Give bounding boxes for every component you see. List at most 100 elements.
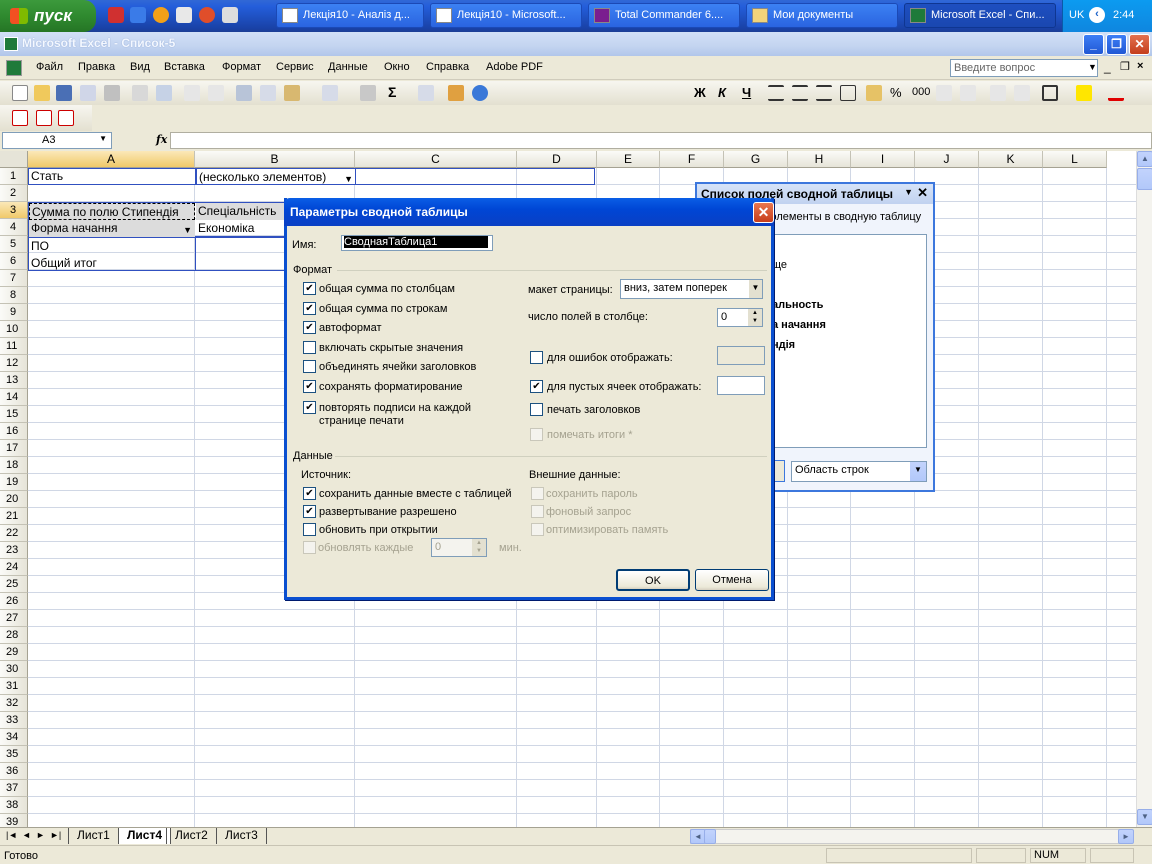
- doc-minimize-button[interactable]: _: [1104, 60, 1111, 74]
- row-header-26[interactable]: 26: [0, 593, 28, 610]
- row-header-37[interactable]: 37: [0, 780, 28, 797]
- doc-close-button[interactable]: ×: [1137, 60, 1143, 72]
- minimize-button[interactable]: _: [1083, 34, 1104, 55]
- row-header-2[interactable]: 2: [0, 185, 28, 202]
- column-header-C[interactable]: C: [355, 151, 517, 168]
- save-icon[interactable]: [56, 85, 72, 101]
- format-option-checkbox[interactable]: [303, 360, 316, 373]
- new-icon[interactable]: [12, 85, 28, 101]
- align-center-icon[interactable]: [792, 85, 808, 101]
- pdf-review-icon[interactable]: [58, 110, 74, 126]
- tab-sheet2[interactable]: Лист2: [166, 828, 216, 844]
- name-input[interactable]: СводнаяТаблица1: [341, 235, 493, 251]
- column-header-K[interactable]: K: [979, 151, 1043, 168]
- align-right-icon[interactable]: [816, 85, 832, 101]
- copy-icon[interactable]: [260, 85, 276, 101]
- scroll-thumb[interactable]: [1137, 168, 1152, 190]
- excel-doc-icon[interactable]: [6, 60, 22, 76]
- column-header-G[interactable]: G: [724, 151, 788, 168]
- print-icon[interactable]: [132, 85, 148, 101]
- row-header-9[interactable]: 9: [0, 304, 28, 321]
- column-header-L[interactable]: L: [1043, 151, 1107, 168]
- tab-sheet1[interactable]: Лист1: [68, 828, 118, 844]
- errors-value-input[interactable]: [717, 346, 765, 365]
- area-select[interactable]: Область строк ▼: [791, 461, 927, 482]
- taskbar-button-total-commander[interactable]: Total Commander 6....: [588, 3, 740, 28]
- autosum-icon[interactable]: Σ: [388, 84, 396, 100]
- chevron-left-icon[interactable]: ‹: [1089, 7, 1105, 23]
- font-color-icon[interactable]: [1108, 85, 1124, 101]
- quicklaunch-icon[interactable]: [222, 7, 238, 23]
- taskbar-button-lecture-2[interactable]: Лекція10 - Microsoft...: [430, 3, 582, 28]
- next-sheet-icon[interactable]: ►: [36, 830, 45, 840]
- research-icon[interactable]: [208, 85, 224, 101]
- cell-A3[interactable]: Сумма по полю Стипендія: [29, 203, 195, 220]
- format-option-checkbox[interactable]: [303, 341, 316, 354]
- align-left-icon[interactable]: [768, 85, 784, 101]
- cell-B3[interactable]: Спеціальність: [196, 203, 286, 220]
- row-header-35[interactable]: 35: [0, 746, 28, 763]
- close-icon[interactable]: ✕: [917, 185, 928, 201]
- ok-button[interactable]: OK: [616, 569, 690, 591]
- field-item[interactable]: ндія: [772, 339, 795, 351]
- row-header-22[interactable]: 22: [0, 525, 28, 542]
- increase-indent-icon[interactable]: [1014, 85, 1030, 101]
- row-header-24[interactable]: 24: [0, 559, 28, 576]
- menu-adobe-pdf[interactable]: Adobe PDF: [486, 61, 543, 73]
- format-option-checkbox[interactable]: ✔: [303, 302, 316, 315]
- pdf-email-icon[interactable]: [36, 110, 52, 126]
- row-header-4[interactable]: 4: [0, 219, 28, 236]
- menu-insert[interactable]: Вставка: [164, 61, 205, 73]
- chevron-down-icon[interactable]: ▼: [904, 187, 913, 197]
- sort-icon[interactable]: [418, 85, 434, 101]
- horizontal-scroll-thumb[interactable]: [704, 829, 716, 844]
- column-header-B[interactable]: B: [195, 151, 355, 168]
- empty-cells-input[interactable]: [717, 376, 765, 395]
- row-header-34[interactable]: 34: [0, 729, 28, 746]
- ask-question-input[interactable]: Введите вопрос: [950, 59, 1098, 77]
- tab-sheet3[interactable]: Лист3: [216, 828, 267, 844]
- row-header-14[interactable]: 14: [0, 389, 28, 406]
- vertical-scrollbar[interactable]: ▲ ▼: [1136, 151, 1152, 827]
- fx-icon[interactable]: fx: [156, 133, 167, 146]
- column-header-H[interactable]: H: [788, 151, 851, 168]
- taskbar-button-my-documents[interactable]: Мои документы: [746, 3, 898, 28]
- row-header-32[interactable]: 32: [0, 695, 28, 712]
- column-header-A[interactable]: A: [28, 151, 195, 168]
- dropdown-arrow-icon[interactable]: ▼: [344, 171, 353, 184]
- row-header-17[interactable]: 17: [0, 440, 28, 457]
- restore-button[interactable]: ❐: [1106, 34, 1127, 55]
- empty-cells-checkbox[interactable]: ✔: [530, 380, 543, 393]
- undo-icon[interactable]: [322, 85, 338, 101]
- menu-view[interactable]: Вид: [130, 61, 150, 73]
- column-header-D[interactable]: D: [517, 151, 597, 168]
- print-preview-icon[interactable]: [156, 85, 172, 101]
- row-header-11[interactable]: 11: [0, 338, 28, 355]
- row-header-3[interactable]: 3: [0, 202, 28, 219]
- row-header-39[interactable]: 39: [0, 814, 28, 827]
- source-option-checkbox[interactable]: ✔: [303, 487, 316, 500]
- opera-icon[interactable]: [199, 7, 215, 23]
- cell-B4[interactable]: Економіка: [196, 220, 286, 237]
- row-header-16[interactable]: 16: [0, 423, 28, 440]
- row-header-19[interactable]: 19: [0, 474, 28, 491]
- doc-restore-button[interactable]: ❐: [1120, 60, 1130, 73]
- formula-input[interactable]: [170, 132, 1152, 149]
- percent-icon[interactable]: %: [890, 85, 902, 100]
- select-all-corner[interactable]: [0, 151, 28, 168]
- increase-decimal-icon[interactable]: [936, 85, 952, 101]
- menu-data[interactable]: Данные: [328, 61, 368, 73]
- merge-center-icon[interactable]: [840, 85, 856, 101]
- permission-icon[interactable]: [80, 85, 96, 101]
- row-header-1[interactable]: 1: [0, 168, 28, 185]
- dialog-close-button[interactable]: ✕: [753, 202, 774, 223]
- close-button[interactable]: ✕: [1129, 34, 1150, 55]
- prev-sheet-icon[interactable]: ◄: [22, 830, 31, 840]
- dropdown-arrow-icon[interactable]: ▼: [183, 222, 192, 237]
- menu-window[interactable]: Окно: [384, 61, 410, 73]
- comma-style-icon[interactable]: 000: [912, 86, 930, 98]
- decrease-indent-icon[interactable]: [990, 85, 1006, 101]
- row-header-31[interactable]: 31: [0, 678, 28, 695]
- currency-icon[interactable]: [866, 85, 882, 101]
- row-header-25[interactable]: 25: [0, 576, 28, 593]
